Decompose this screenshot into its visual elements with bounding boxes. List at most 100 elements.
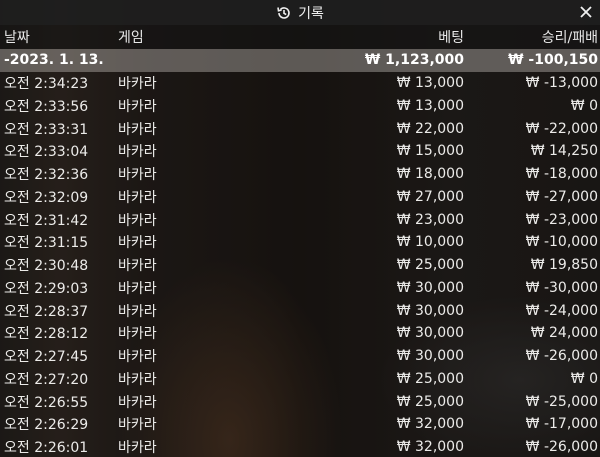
title-wrap: 기록 [276, 3, 324, 23]
row-bet: ₩ 30,000 [396, 279, 464, 296]
row-game: 바카라 [118, 440, 157, 457]
row-bet: ₩ 32,000 [396, 416, 464, 433]
table-header: 날짜 게임 베팅 승리/패배 [0, 25, 600, 49]
table-row[interactable]: 오전 2:28:12 바카라 ₩ 30,000 ₩ 24,000 [0, 322, 600, 345]
row-time: 오전 2:28:12 [4, 326, 89, 343]
row-win-loss: ₩ -13,000 [525, 75, 598, 92]
table-row[interactable]: 오전 2:29:03 바카라 ₩ 30,000 ₩ -30,000 [0, 277, 600, 300]
row-time: 오전 2:33:31 [4, 121, 89, 138]
close-button[interactable] [576, 2, 596, 22]
row-time: 오전 2:29:03 [4, 280, 89, 297]
row-game: 바카라 [118, 280, 157, 297]
row-game: 바카라 [118, 235, 157, 252]
summary-date: -2023. 1. 13. [4, 52, 104, 69]
row-game: 바카라 [118, 371, 157, 388]
row-bet: ₩ 30,000 [396, 325, 464, 342]
row-game: 바카라 [118, 349, 157, 366]
title-bar: 기록 [0, 0, 600, 25]
table-row[interactable]: 오전 2:31:42 바카라 ₩ 23,000 ₩ -23,000 [0, 208, 600, 231]
row-game: 바카라 [118, 76, 157, 93]
row-bet: ₩ 30,000 [396, 302, 464, 319]
row-game: 바카라 [118, 212, 157, 229]
row-time: 오전 2:27:20 [4, 371, 89, 388]
row-win-loss: ₩ -23,000 [525, 211, 598, 228]
row-time: 오전 2:26:55 [4, 394, 89, 411]
row-bet: ₩ 15,000 [396, 143, 464, 160]
row-time: 오전 2:32:09 [4, 189, 89, 206]
row-win-loss: ₩ 24,000 [530, 325, 598, 342]
row-game: 바카라 [118, 121, 157, 138]
row-game: 바카라 [118, 189, 157, 206]
row-bet: ₩ 13,000 [396, 97, 464, 114]
summary-row[interactable]: -2023. 1. 13. ₩ 1,123,000 ₩ -100,150 [0, 49, 600, 72]
row-bet: ₩ 25,000 [396, 393, 464, 410]
row-time: 오전 2:26:29 [4, 417, 89, 434]
row-bet: ₩ 18,000 [396, 166, 464, 183]
history-panel: 기록 날짜 게임 베팅 승리/패배 -2023. 1. 13. ₩ 1,123,… [0, 0, 600, 457]
table-row[interactable]: 오전 2:32:36 바카라 ₩ 18,000 ₩ -18,000 [0, 163, 600, 186]
table-row[interactable]: 오전 2:27:20 바카라 ₩ 25,000 ₩ 0 [0, 368, 600, 391]
summary-bet: ₩ 1,123,000 [364, 52, 464, 69]
row-time: 오전 2:31:42 [4, 212, 89, 229]
close-icon [580, 6, 592, 18]
row-game: 바카라 [118, 98, 157, 115]
row-win-loss: ₩ -26,000 [525, 439, 598, 456]
table-row[interactable]: 오전 2:33:31 바카라 ₩ 22,000 ₩ -22,000 [0, 117, 600, 140]
header-game[interactable]: 게임 [118, 27, 258, 47]
row-time: 오전 2:26:01 [4, 440, 89, 457]
row-bet: ₩ 30,000 [396, 348, 464, 365]
window-title: 기록 [298, 5, 324, 22]
row-bet: ₩ 25,000 [396, 370, 464, 387]
row-win-loss: ₩ -17,000 [525, 416, 598, 433]
table-row[interactable]: 오전 2:26:01 바카라 ₩ 32,000 ₩ -26,000 [0, 436, 600, 457]
row-game: 바카라 [118, 167, 157, 184]
table-row[interactable]: 오전 2:33:04 바카라 ₩ 15,000 ₩ 14,250 [0, 140, 600, 163]
row-time: 오전 2:30:48 [4, 258, 89, 275]
table-row[interactable]: 오전 2:31:15 바카라 ₩ 10,000 ₩ -10,000 [0, 231, 600, 254]
row-bet: ₩ 23,000 [396, 211, 464, 228]
row-win-loss: ₩ -27,000 [525, 188, 598, 205]
table-row[interactable]: 오전 2:30:48 바카라 ₩ 25,000 ₩ 19,850 [0, 254, 600, 277]
row-win-loss: ₩ 0 [570, 370, 598, 387]
row-time: 오전 2:28:37 [4, 303, 89, 320]
table-row[interactable]: 오전 2:28:37 바카라 ₩ 30,000 ₩ -24,000 [0, 299, 600, 322]
row-time: 오전 2:32:36 [4, 167, 89, 184]
row-bet: ₩ 25,000 [396, 257, 464, 274]
row-win-loss: ₩ -26,000 [525, 348, 598, 365]
row-time: 오전 2:31:15 [4, 235, 89, 252]
row-win-loss: ₩ -22,000 [525, 120, 598, 137]
row-bet: ₩ 10,000 [396, 234, 464, 251]
row-win-loss: ₩ 14,250 [530, 143, 598, 160]
row-win-loss: ₩ 0 [570, 97, 598, 114]
header-win-loss[interactable]: 승리/패배 [464, 27, 600, 47]
table-row[interactable]: 오전 2:26:55 바카라 ₩ 25,000 ₩ -25,000 [0, 390, 600, 413]
table-row[interactable]: 오전 2:27:45 바카라 ₩ 30,000 ₩ -26,000 [0, 345, 600, 368]
row-win-loss: ₩ -18,000 [525, 166, 598, 183]
row-time: 오전 2:33:04 [4, 144, 89, 161]
history-icon [276, 5, 292, 21]
row-game: 바카라 [118, 258, 157, 275]
row-time: 오전 2:33:56 [4, 98, 89, 115]
row-bet: ₩ 32,000 [396, 439, 464, 456]
summary-win-loss: ₩ -100,150 [508, 52, 598, 69]
table-row[interactable]: 오전 2:26:29 바카라 ₩ 32,000 ₩ -17,000 [0, 413, 600, 436]
row-win-loss: ₩ -24,000 [525, 302, 598, 319]
history-list: 오전 2:34:23 바카라 ₩ 13,000 ₩ -13,000 오전 2:3… [0, 72, 600, 457]
row-win-loss: ₩ -10,000 [525, 234, 598, 251]
row-win-loss: ₩ -30,000 [525, 279, 598, 296]
row-game: 바카라 [118, 394, 157, 411]
row-win-loss: ₩ -25,000 [525, 393, 598, 410]
row-time: 오전 2:34:23 [4, 76, 89, 93]
row-bet: ₩ 22,000 [396, 120, 464, 137]
row-game: 바카라 [118, 326, 157, 343]
table-row[interactable]: 오전 2:34:23 바카라 ₩ 13,000 ₩ -13,000 [0, 72, 600, 95]
row-bet: ₩ 27,000 [396, 188, 464, 205]
header-bet[interactable]: 베팅 [258, 27, 464, 47]
row-game: 바카라 [118, 144, 157, 161]
row-time: 오전 2:27:45 [4, 349, 89, 366]
row-game: 바카라 [118, 417, 157, 434]
table-row[interactable]: 오전 2:32:09 바카라 ₩ 27,000 ₩ -27,000 [0, 186, 600, 209]
header-date[interactable]: 날짜 [0, 27, 118, 47]
row-win-loss: ₩ 19,850 [530, 257, 598, 274]
table-row[interactable]: 오전 2:33:56 바카라 ₩ 13,000 ₩ 0 [0, 95, 600, 118]
